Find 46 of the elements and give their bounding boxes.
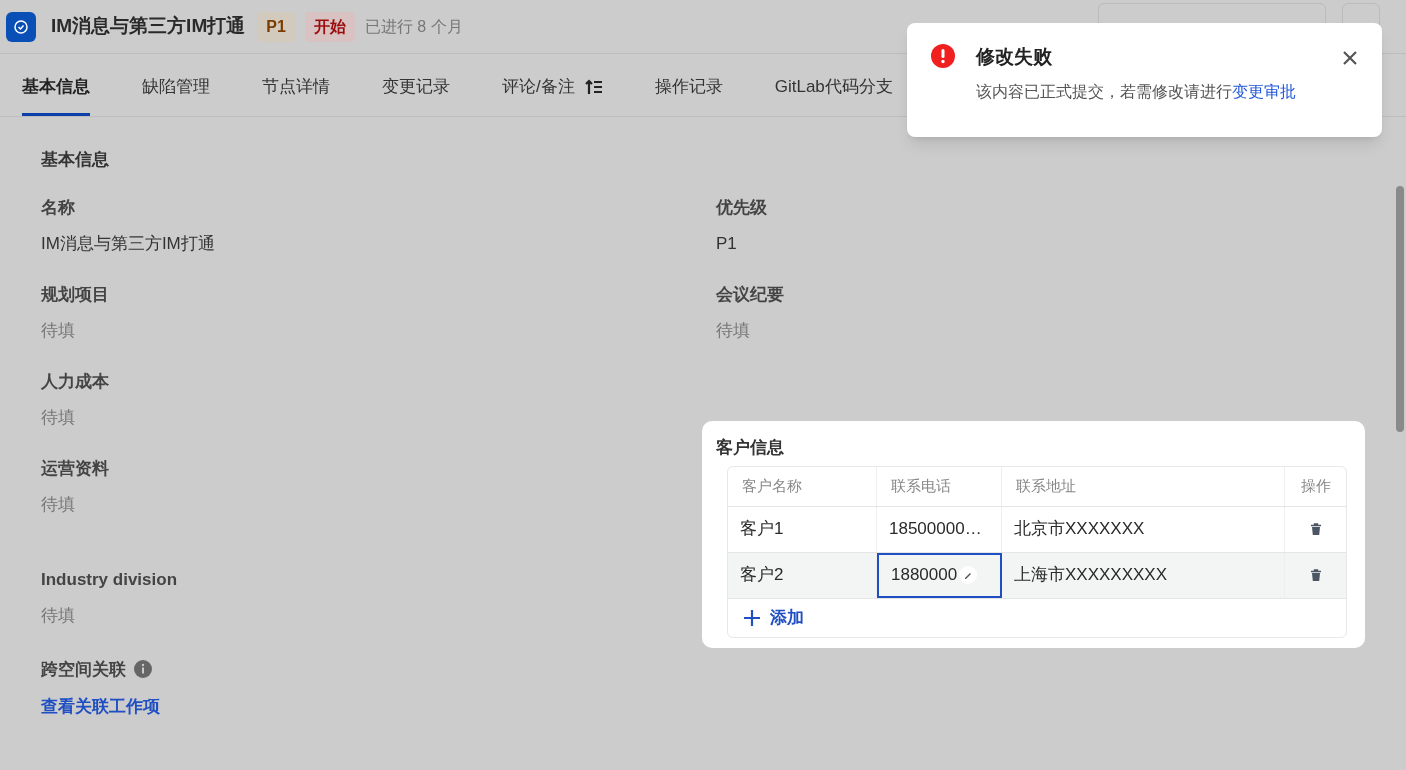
- field-label: 优先级: [716, 196, 767, 219]
- table-cell: 上海市XXXXXXXXX: [1002, 552, 1285, 598]
- phone-cell[interactable]: 1880000: [877, 552, 1002, 598]
- trash-icon[interactable]: [1309, 522, 1322, 536]
- field-label: 规划项目: [41, 283, 109, 306]
- elapsed-time: 已进行 8 个月: [364, 16, 463, 37]
- tab[interactable]: 基本信息: [22, 60, 90, 116]
- field-label: Industry division: [41, 568, 178, 591]
- task-icon: [6, 11, 36, 42]
- section-title: 基本信息: [41, 149, 110, 171]
- change-approval-link[interactable]: 变更审批: [1232, 82, 1296, 100]
- tab[interactable]: 节点详情: [262, 60, 330, 116]
- add-button[interactable]: 添加: [728, 598, 804, 637]
- scrollbar[interactable]: [1396, 186, 1404, 432]
- field-value: IM消息与第三方IM打通: [41, 234, 215, 253]
- tab[interactable]: 缺陷管理: [142, 60, 210, 116]
- plus-icon: [744, 609, 760, 626]
- trash-icon[interactable]: [1309, 568, 1322, 582]
- info-icon: [134, 660, 152, 679]
- panel-title: 客户信息: [716, 437, 785, 459]
- status-badge: 开始: [304, 11, 355, 42]
- column-header: 客户名称: [728, 466, 877, 506]
- tab[interactable]: GitLab代码分支: [774, 60, 893, 116]
- field-value: P1: [716, 234, 737, 253]
- field-label: 会议纪要: [716, 283, 784, 306]
- table-cell: 北京市XXXXXXX: [1002, 506, 1285, 552]
- field-label: 人力成本: [41, 370, 109, 393]
- tab[interactable]: 评论/备注: [502, 60, 603, 116]
- error-icon: [931, 44, 955, 68]
- field-label: 运营资料: [41, 457, 109, 480]
- tab[interactable]: 变更记录: [382, 60, 450, 116]
- field-label: 名称: [41, 196, 75, 219]
- column-header: 操作: [1299, 475, 1332, 496]
- column-header: 联系地址: [1002, 466, 1285, 506]
- tab[interactable]: 操作记录: [654, 60, 723, 116]
- task-title: IM消息与第三方IM打通: [51, 14, 246, 39]
- table-cell: 客户2: [728, 552, 877, 598]
- table-cell: 客户1: [728, 506, 877, 552]
- related-items-link[interactable]: 查看关联工作项: [41, 694, 160, 720]
- field-label: 跨空间关联: [41, 658, 126, 681]
- close-button[interactable]: [1342, 49, 1360, 67]
- toast-title: 修改失败: [976, 45, 1053, 69]
- column-header: 联系电话: [877, 466, 1002, 506]
- priority-badge: P1: [257, 11, 295, 42]
- phone-cell[interactable]: 18500000…: [877, 506, 1002, 552]
- toast-message: 该内容已正式提交，若需修改请进行: [976, 82, 1232, 100]
